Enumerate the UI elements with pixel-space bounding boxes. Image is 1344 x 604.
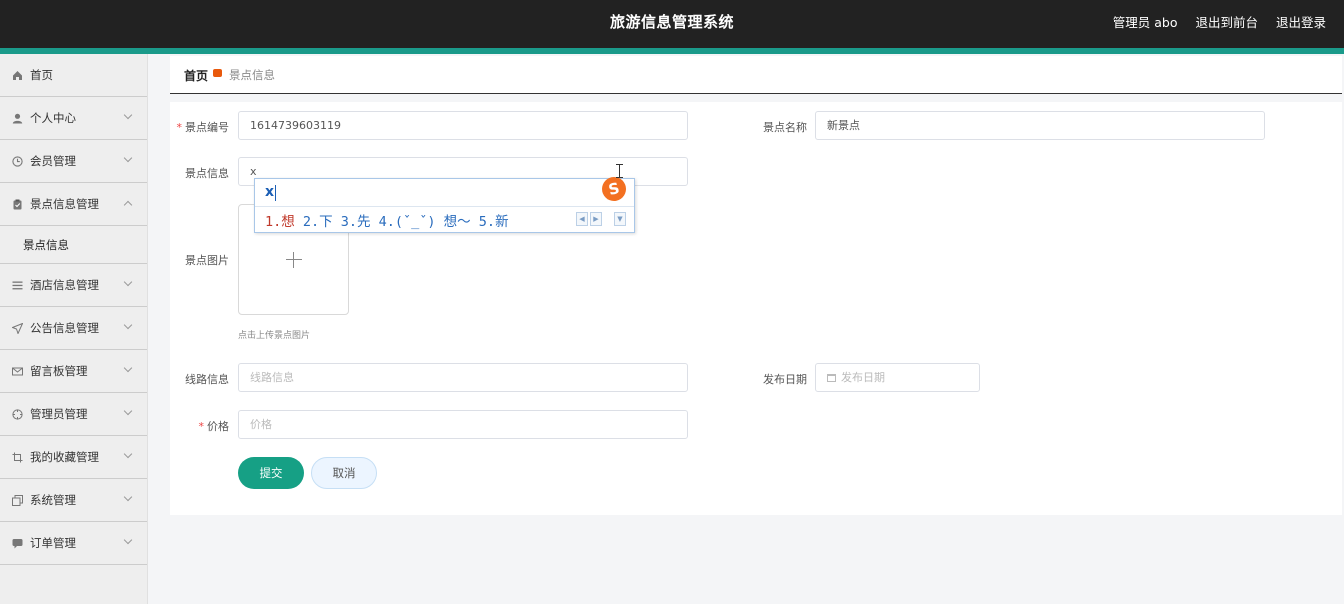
date-picker[interactable]: 发布日期 [815,363,980,392]
route-input[interactable]: 线路信息 [238,363,688,392]
sidebar-item-hotels[interactable]: 酒店信息管理 [0,264,147,307]
ime-composition: x [265,184,275,200]
info-label: 景点信息 [185,167,229,180]
sidebar: 首页 个人中心 会员管理 景点信息管理 景点信息 酒店信息管理 公告信息管理 留… [0,54,148,604]
submit-button[interactable]: 提交 [238,457,304,489]
cancel-button[interactable]: 取消 [311,457,377,489]
ime-candidate-window: x S 1.想 2.下 3.先 4.(ˇ_ˇ) 想～ 5.新 ◀ ▶ ▼ [254,174,635,233]
chevron-down-icon [123,492,133,502]
sidebar-item-label: 系统管理 [30,493,76,507]
breadcrumb-separator-icon [213,69,222,77]
user-icon [11,112,24,125]
sidebar-item-personal-center[interactable]: 个人中心 [0,97,147,140]
breadcrumb-current: 景点信息 [229,68,275,82]
sidebar-item-admins[interactable]: 管理员管理 [0,393,147,436]
calendar-icon [827,374,836,382]
sidebar-item-label: 订单管理 [30,536,76,550]
sidebar-item-favorites[interactable]: 我的收藏管理 [0,436,147,479]
sidebar-item-label: 个人中心 [30,111,76,125]
ime-expand-icon[interactable]: ▼ [614,212,626,226]
clipboard-icon [11,198,24,211]
ime-candidate-rest[interactable]: 2.下 3.先 4.(ˇ_ˇ) 想～ 5.新 [295,214,509,230]
upload-tip: 点击上传景点图片 [238,331,311,341]
copy-icon [11,494,24,507]
sidebar-item-label: 酒店信息管理 [30,278,99,292]
code-input[interactable]: 1614739603119 [238,111,688,140]
ime-candidate-first[interactable]: 1.想 [265,214,295,230]
sidebar-item-members[interactable]: 会员管理 [0,140,147,183]
chevron-down-icon [123,535,133,545]
sidebar-item-label: 管理员管理 [30,407,88,421]
accent-bar [0,48,1344,54]
chevron-down-icon [123,277,133,287]
home-icon [11,69,24,82]
sidebar-item-orders[interactable]: 订单管理 [0,522,147,565]
sidebar-item-label: 我的收藏管理 [30,450,99,464]
plus-icon [286,259,302,260]
ime-caret [275,185,276,201]
top-bar-actions: 管理员 abo 退出到前台 退出登录 [1113,12,1326,31]
name-label: 景点名称 [763,121,807,134]
name-input[interactable]: 新景点 [815,111,1265,140]
sidebar-item-messages[interactable]: 留言板管理 [0,350,147,393]
back-to-front-link[interactable]: 退出到前台 [1195,12,1258,31]
date-label: 发布日期 [763,373,807,386]
current-user[interactable]: 管理员 abo [1113,12,1178,31]
sidebar-item-attractions[interactable]: 景点信息管理 [0,183,147,226]
chevron-down-icon [123,110,133,120]
chevron-down-icon [123,449,133,459]
sidebar-item-system[interactable]: 系统管理 [0,479,147,522]
ime-prev-page-icon[interactable]: ◀ [576,212,588,226]
chat-icon [11,537,24,550]
crop-icon [11,451,24,464]
image-label: 景点图片 [185,254,229,267]
sogou-logo-icon: S [599,174,629,204]
ime-next-page-icon[interactable]: ▶ [590,212,602,226]
route-label: 线路信息 [185,373,229,386]
sidebar-subitem-attraction-info[interactable]: 景点信息 [0,226,147,264]
chevron-up-icon [123,200,133,210]
code-label: * 景点编号 [176,121,230,134]
compass-icon [11,408,24,421]
sidebar-item-label: 景点信息管理 [30,197,99,211]
mail-icon [11,365,24,378]
sidebar-item-notices[interactable]: 公告信息管理 [0,307,147,350]
chevron-down-icon [123,153,133,163]
breadcrumb-home[interactable]: 首页 [184,67,208,84]
sidebar-item-label: 首页 [30,68,53,82]
logout-link[interactable]: 退出登录 [1276,12,1326,31]
sidebar-item-home[interactable]: 首页 [0,54,147,97]
text-cursor-icon [616,164,623,178]
sidebar-subitem-label: 景点信息 [23,237,69,252]
sidebar-item-label: 会员管理 [30,154,76,168]
chevron-down-icon [123,363,133,373]
top-bar: 旅游信息管理系统 管理员 abo 退出到前台 退出登录 [0,0,1344,48]
send-icon [11,322,24,335]
price-label: * 价格 [198,420,230,433]
sidebar-item-label: 公告信息管理 [30,321,99,335]
price-input[interactable]: 价格 [238,410,688,439]
ime-candidates[interactable]: 1.想 2.下 3.先 4.(ˇ_ˇ) 想～ 5.新 [265,210,509,230]
chevron-down-icon [123,406,133,416]
sidebar-item-label: 留言板管理 [30,364,88,378]
breadcrumb: 首页 景点信息 [170,56,1342,94]
clock-icon [11,155,24,168]
list-icon [11,279,24,292]
chevron-down-icon [123,320,133,330]
